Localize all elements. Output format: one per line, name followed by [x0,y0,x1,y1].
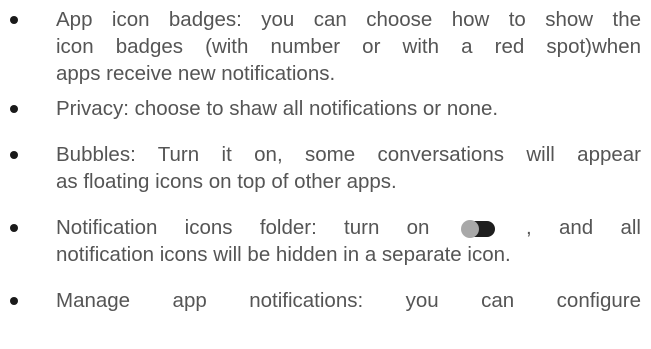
list-item-text: Notification icons folder: turn on , and… [56,214,641,268]
text-line: apps receive new notifications. [56,62,336,85]
list-item-text: Privacy: choose to shaw all notification… [56,95,641,122]
text-line: as floating icons on top of other apps. [56,170,397,193]
bullet-icon [10,224,18,232]
bullet-icon [10,105,18,113]
document-page: App icon badges: you can choose how to s… [0,0,651,349]
text-line: Privacy: choose to shaw all notification… [56,97,499,120]
text-line: Notification icons folder: turn on , and… [56,214,641,241]
text-line: notification icons will be hidden in a s… [56,243,511,266]
text-line: Manage app notifications: you can config… [56,289,641,312]
toggle-switch-icon [460,220,495,238]
list-item-text: App icon badges: you can choose how to s… [56,6,641,87]
text-fragment: Notification icons folder: turn on [56,216,430,239]
list-item-text: Bubbles: Turn it on, some conversations … [56,141,641,195]
text-line: icon badges (with number or with a red s… [56,35,641,58]
text-line: App icon badges: you can choose how to s… [56,8,641,31]
bullet-icon [10,297,18,305]
toggle-knob [460,220,479,238]
bullet-icon [10,151,18,159]
list-item-text: Manage app notifications: you can config… [56,287,641,314]
text-fragment: , and all [526,216,641,239]
bullet-icon [10,16,18,24]
text-line: Bubbles: Turn it on, some conversations … [56,143,641,166]
